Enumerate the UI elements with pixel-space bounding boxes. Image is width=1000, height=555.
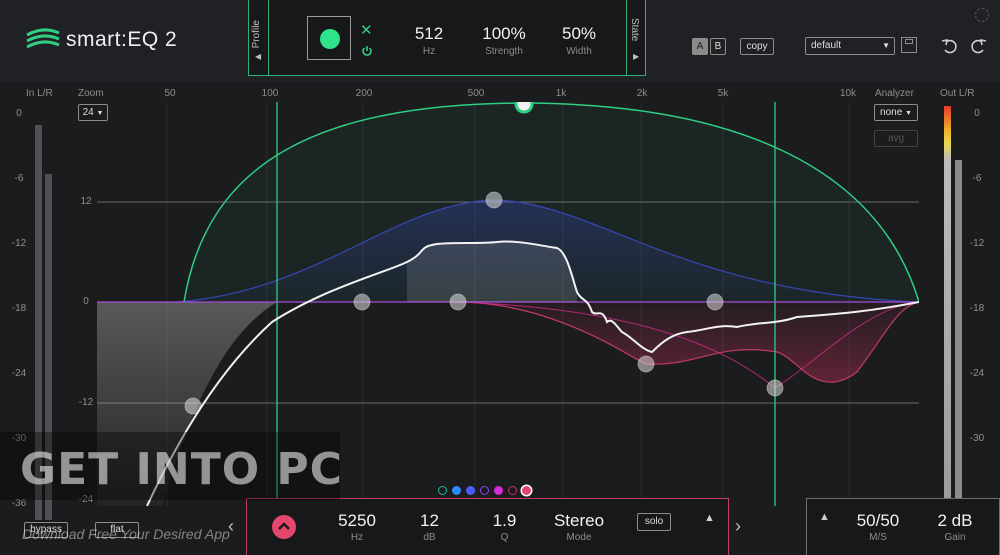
profile-frequency-unit: Hz bbox=[422, 46, 436, 57]
meter-tick: -24 bbox=[969, 368, 985, 379]
output-gain-label: Gain bbox=[944, 532, 966, 543]
state-tab-label: State bbox=[629, 18, 640, 42]
close-icon[interactable]: ✕ bbox=[360, 21, 373, 39]
band-mode-label: Mode bbox=[566, 532, 592, 543]
band-dot[interactable] bbox=[466, 486, 475, 495]
meter-tick: -30 bbox=[969, 433, 985, 444]
profile-tab[interactable]: Profile ◀ bbox=[249, 0, 269, 76]
frequency-label: 5k bbox=[717, 88, 729, 99]
meter-tick: 0 bbox=[16, 108, 22, 119]
band-node-6 bbox=[706, 293, 724, 311]
band-node-3 bbox=[449, 293, 467, 311]
profile-strength-value[interactable]: 100% bbox=[469, 24, 539, 44]
profile-panel: Profile ◀ ✕ 512 Hz 100% Strength 50% Wid… bbox=[248, 0, 646, 76]
band-node-1 bbox=[184, 397, 202, 415]
profile-width-label: Width bbox=[566, 46, 592, 57]
frequency-label: 1k bbox=[555, 88, 567, 99]
copy-button[interactable]: copy bbox=[740, 38, 774, 55]
watermark-text: GET INTO PC bbox=[20, 444, 343, 495]
state-tab[interactable]: State ▶ bbox=[626, 0, 646, 76]
dropdown-arrow-icon: ▼ bbox=[882, 41, 890, 50]
meter-tick: -12 bbox=[969, 238, 985, 249]
band-node-4 bbox=[485, 191, 503, 209]
profile-strength-label: Strength bbox=[485, 46, 523, 57]
band-dot[interactable] bbox=[480, 486, 489, 495]
power-icon[interactable] bbox=[361, 44, 373, 62]
output-gain-value[interactable]: 2 dB bbox=[925, 511, 985, 531]
output-up-icon[interactable]: ▲ bbox=[819, 511, 830, 523]
meter-tick: -6 bbox=[14, 173, 24, 184]
profile-tab-label: Profile bbox=[251, 20, 262, 49]
profile-arrow-icon: ◀ bbox=[255, 52, 262, 61]
frequency-label: 500 bbox=[467, 88, 485, 99]
profile-width-value[interactable]: 50% bbox=[544, 24, 614, 44]
save-icon[interactable] bbox=[901, 37, 917, 53]
b-button[interactable]: B bbox=[710, 38, 726, 55]
meter-tick: -6 bbox=[972, 173, 982, 184]
profile-handle bbox=[514, 102, 534, 114]
gain-label: 0 bbox=[83, 296, 89, 307]
ms-value[interactable]: 50/50 bbox=[847, 511, 909, 531]
frequency-label: 10k bbox=[839, 88, 857, 99]
undo-icon[interactable] bbox=[940, 36, 960, 61]
meter-tick: -24 bbox=[11, 368, 27, 379]
gain-label: 12 bbox=[80, 196, 92, 207]
settings-gear-icon[interactable] bbox=[975, 8, 989, 22]
solo-button[interactable]: solo bbox=[637, 513, 671, 531]
state-arrow-icon: ▶ bbox=[633, 52, 640, 61]
band-dot[interactable] bbox=[452, 486, 461, 495]
redo-icon[interactable] bbox=[968, 36, 988, 61]
band-dot[interactable] bbox=[438, 486, 447, 495]
preset-select[interactable]: default ▼ bbox=[805, 37, 895, 55]
ms-label: M/S bbox=[869, 532, 887, 543]
meter-tick: -18 bbox=[969, 303, 985, 314]
a-button[interactable]: A bbox=[692, 38, 708, 55]
output-panel: ▲ 50/50 M/S 2 dB Gain bbox=[806, 498, 1000, 555]
logo-icon bbox=[25, 28, 61, 52]
out-meter-left bbox=[944, 106, 951, 520]
zoom-value: 24 bbox=[82, 107, 94, 118]
band-node-2 bbox=[353, 293, 371, 311]
band-mode-value[interactable]: Stereo bbox=[544, 511, 614, 531]
band-q-value[interactable]: 1.9 bbox=[477, 511, 532, 531]
out-meter-right bbox=[955, 160, 962, 520]
band-node-5 bbox=[637, 355, 655, 373]
frequency-label: 50 bbox=[164, 88, 176, 99]
analyzer-label: Analyzer bbox=[875, 88, 914, 99]
preset-value: default bbox=[811, 40, 842, 51]
band-frequency-value[interactable]: 5250 bbox=[327, 511, 387, 531]
out-meter-label: Out L/R bbox=[940, 88, 975, 99]
in-meter-label: In L/R bbox=[26, 88, 53, 99]
band-dot[interactable] bbox=[522, 486, 531, 495]
gain-label: -12 bbox=[78, 397, 94, 408]
band-node-7 bbox=[766, 379, 784, 397]
band-dot[interactable] bbox=[494, 486, 503, 495]
band-q-label: Q bbox=[500, 532, 509, 543]
band-editor-panel: 5250 Hz 12 dB 1.9 Q Stereo Mode solo ▲ bbox=[246, 498, 729, 555]
band-gain-value[interactable]: 12 bbox=[402, 511, 457, 531]
frequency-label: 200 bbox=[355, 88, 373, 99]
app-title: smart:EQ 2 bbox=[66, 28, 178, 51]
next-band-icon[interactable]: › bbox=[735, 516, 741, 537]
band-dot[interactable] bbox=[508, 486, 517, 495]
meter-tick: -18 bbox=[11, 303, 27, 314]
red-band-curve bbox=[456, 301, 919, 383]
profile-learn-button[interactable] bbox=[307, 16, 351, 60]
band-gain-label: dB bbox=[423, 532, 436, 543]
zoom-label: Zoom bbox=[78, 88, 104, 99]
frequency-label: 2k bbox=[636, 88, 648, 99]
profile-frequency-value[interactable]: 512 bbox=[399, 24, 459, 44]
collapse-up-icon[interactable] bbox=[272, 515, 296, 539]
watermark-subtext: Download Free Your Desired App bbox=[22, 526, 230, 542]
record-dot-icon bbox=[320, 29, 340, 49]
band-type-up-icon[interactable]: ▲ bbox=[704, 512, 715, 524]
spectrum-fill bbox=[407, 241, 577, 302]
meter-tick: -12 bbox=[11, 238, 27, 249]
meter-tick: 0 bbox=[974, 108, 980, 119]
band-frequency-label: Hz bbox=[350, 532, 364, 543]
frequency-label: 100 bbox=[261, 88, 279, 99]
